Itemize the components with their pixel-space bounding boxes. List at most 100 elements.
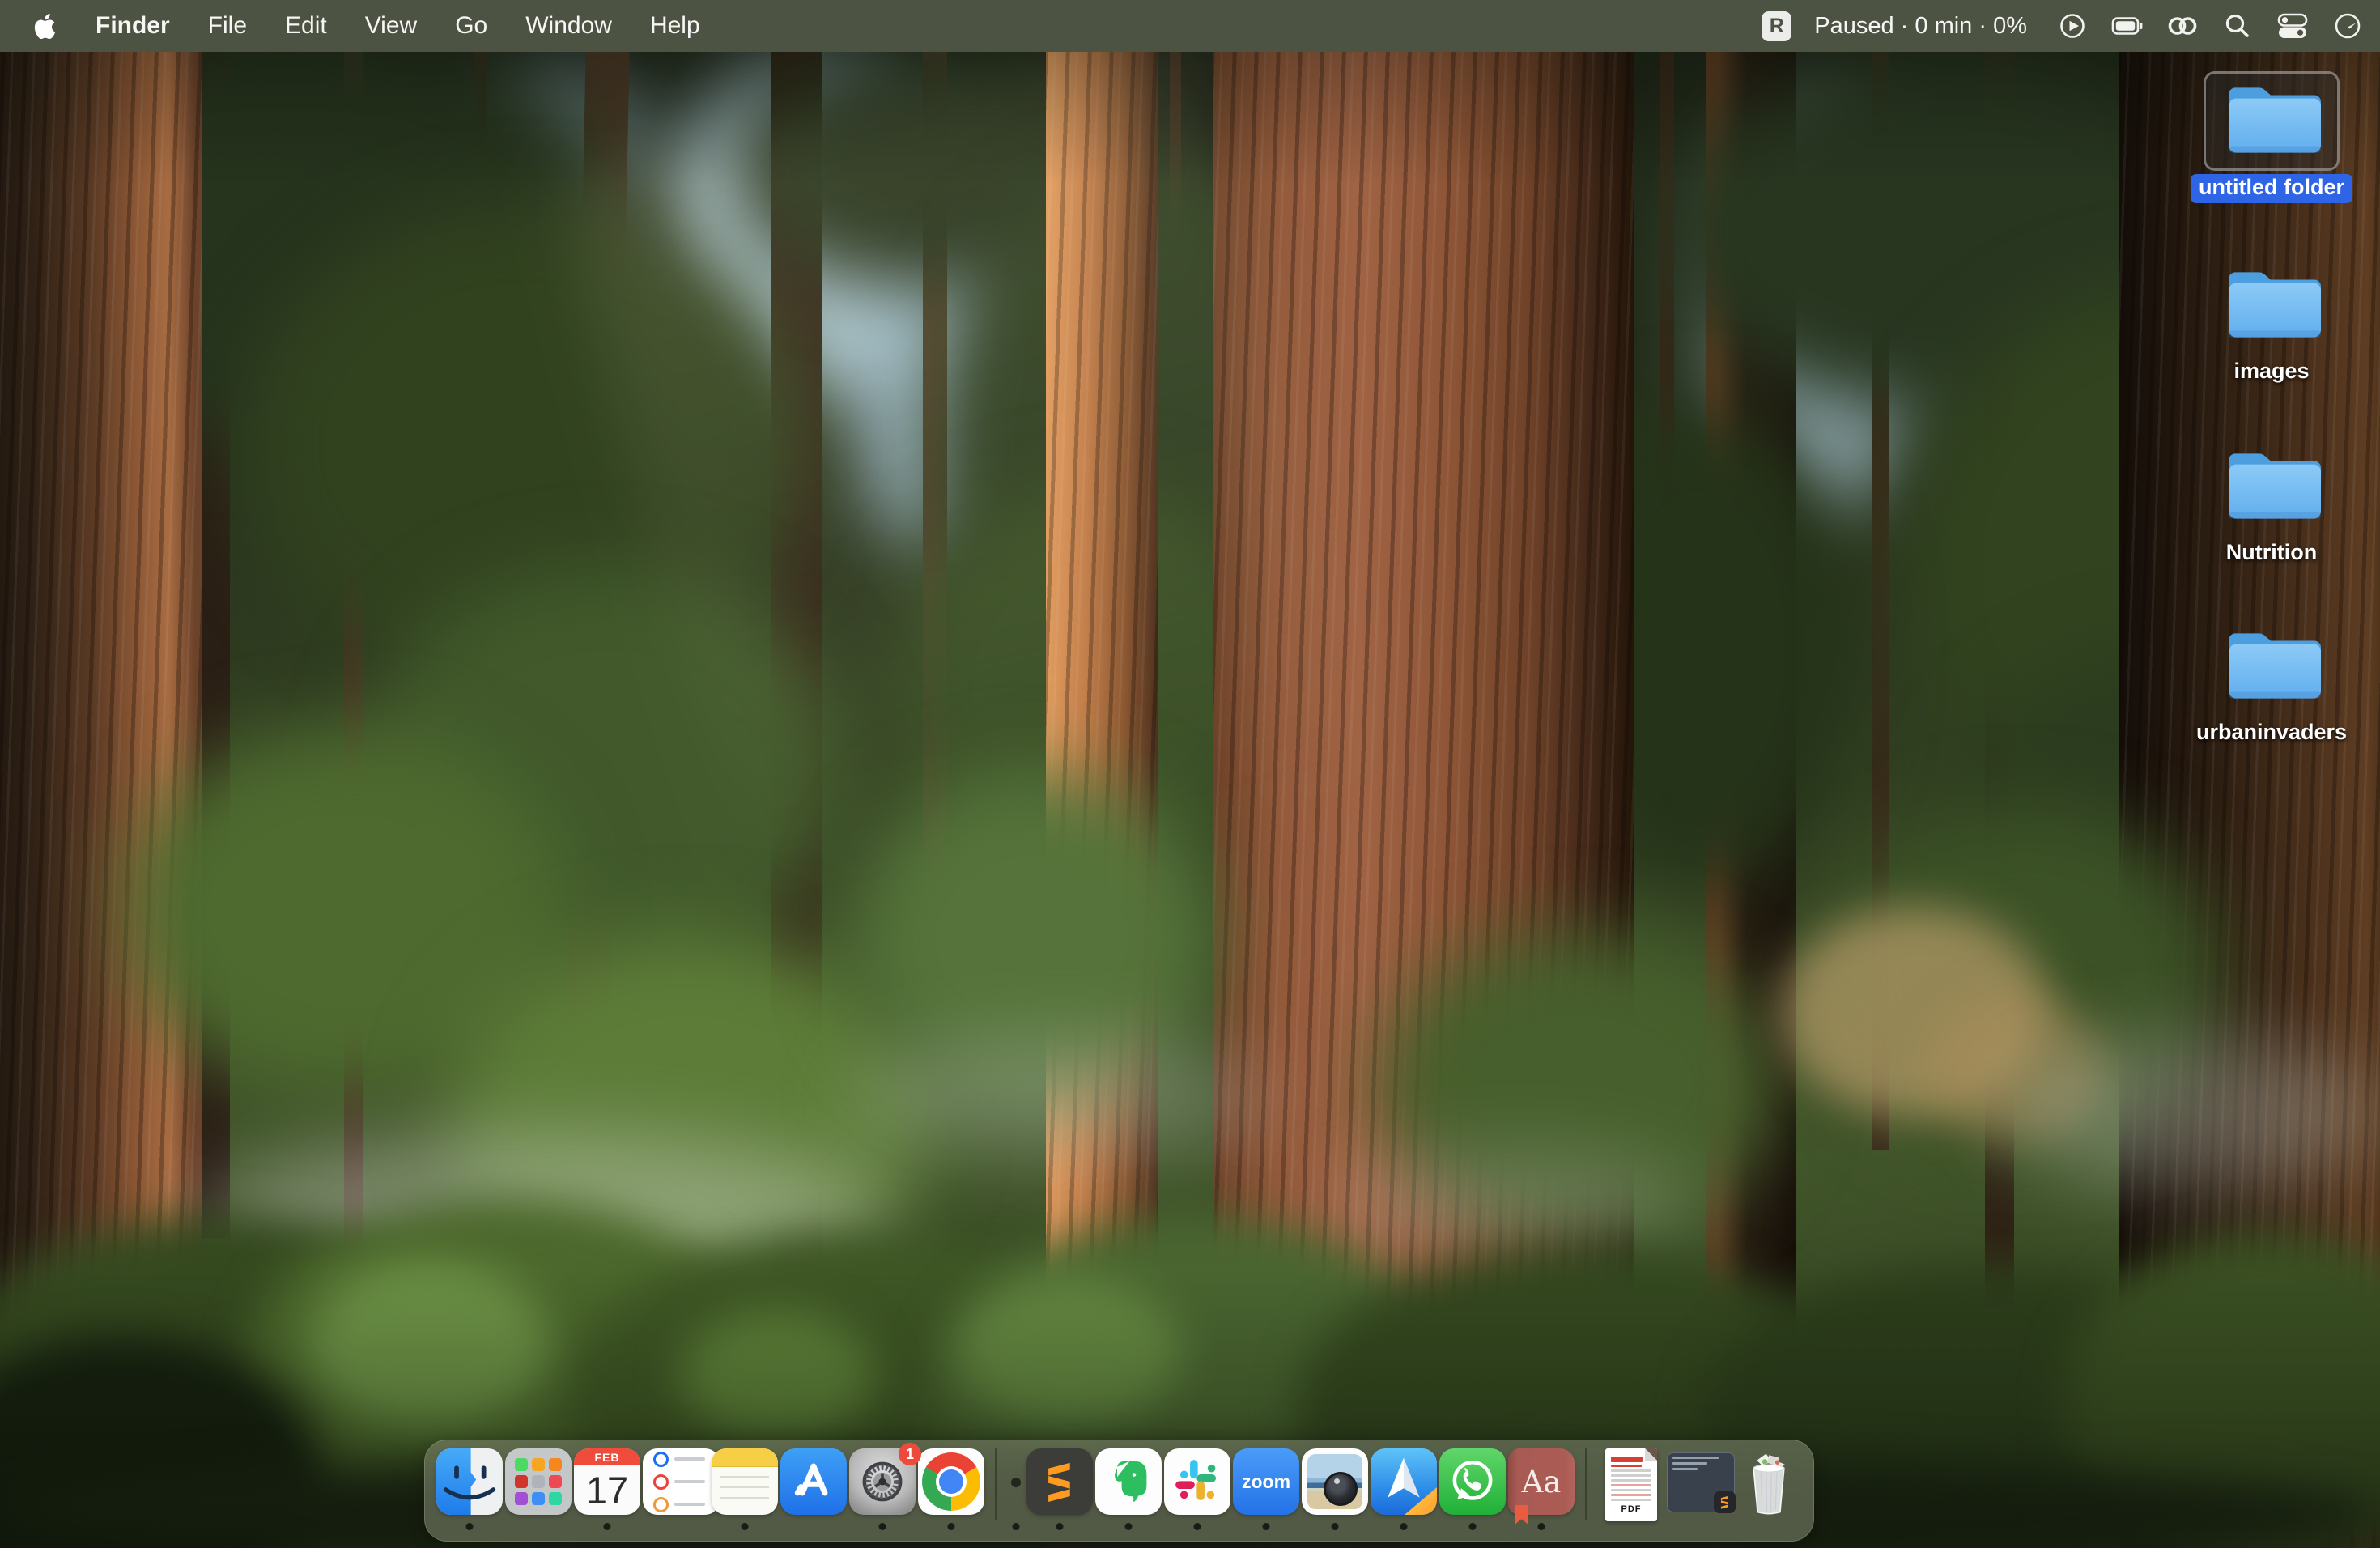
apple-logo-icon (32, 14, 57, 39)
link-icon[interactable] (2166, 10, 2199, 42)
dock-sublime-text[interactable] (1026, 1448, 1093, 1515)
slack-icon (1164, 1448, 1230, 1515)
running-indicator (948, 1523, 955, 1530)
running-indicator (1538, 1523, 1545, 1530)
dictionary-aa-glyph: Aa (1522, 1465, 1562, 1499)
wallpaper-sequoia-forest[interactable] (0, 0, 2380, 1548)
menu-bar-status-area: R Paused · 0 min · 0% (1762, 10, 2380, 42)
notes-icon (712, 1448, 778, 1515)
play-circle-icon[interactable] (2056, 10, 2089, 42)
evernote-icon (1095, 1448, 1162, 1515)
app-store-icon (780, 1448, 847, 1515)
folder-label: untitled folder (2191, 174, 2352, 203)
dock: FEB 17 1 (424, 1440, 1814, 1542)
dock-system-settings[interactable]: 1 (849, 1448, 916, 1515)
sublime-window-thumbnail (1667, 1452, 1735, 1512)
dock-pdf-document[interactable]: PDF (1598, 1448, 1664, 1515)
battery-icon[interactable] (2111, 10, 2144, 42)
control-center-icon[interactable] (2276, 10, 2309, 42)
folder-icon (2222, 446, 2321, 524)
dock-finder[interactable] (436, 1448, 503, 1515)
menu-item-edit[interactable]: Edit (285, 12, 327, 40)
dock-trash[interactable] (1736, 1448, 1802, 1515)
dock-zoom[interactable]: zoom (1233, 1448, 1299, 1515)
mini-app-icon (1011, 1478, 1021, 1487)
running-indicator (1469, 1523, 1477, 1530)
preview-icon (1302, 1448, 1368, 1515)
menu-item-finder[interactable]: Finder (96, 12, 170, 40)
desktop-folder-nutrition[interactable]: Nutrition (2186, 437, 2357, 565)
clock-icon[interactable] (2331, 10, 2364, 42)
running-indicator (1332, 1523, 1339, 1530)
running-indicator (1056, 1523, 1064, 1530)
desktop-folder-urbaninvaders[interactable]: urbaninvaders (2186, 617, 2357, 745)
chrome-icon (918, 1448, 984, 1515)
reminders-icon (643, 1448, 720, 1515)
folder-icon-box (2204, 256, 2340, 355)
folder-icon (2222, 265, 2321, 342)
whatsapp-icon (1439, 1448, 1506, 1515)
dock-notes[interactable] (712, 1448, 778, 1515)
folder-icon (2222, 626, 2321, 704)
menu-bar-left: Finder File Edit View Go Window Help (0, 12, 700, 40)
folder-icon-box (2204, 437, 2340, 537)
dock-slack[interactable] (1164, 1448, 1230, 1515)
running-indicator (1125, 1523, 1133, 1530)
bookmark-ribbon-icon (1515, 1505, 1528, 1525)
menu-bar: Finder File Edit View Go Window Help R P… (0, 0, 2380, 52)
dock-launchpad[interactable] (505, 1448, 572, 1515)
spark-mail-icon (1371, 1448, 1437, 1515)
dock-sublime-window[interactable] (1667, 1448, 1733, 1515)
folder-label: urbaninvaders (2196, 720, 2347, 745)
pdf-document-icon: PDF (1605, 1448, 1657, 1521)
menu-item-go[interactable]: Go (455, 12, 487, 40)
dock-dictionary[interactable]: Aa (1508, 1448, 1575, 1515)
folder-selection-box (2204, 71, 2340, 171)
menu-item-file[interactable]: File (208, 12, 247, 40)
dock-preview[interactable] (1302, 1448, 1368, 1515)
folder-label: images (2233, 359, 2309, 384)
trash-full-icon (1736, 1448, 1802, 1518)
dock-calendar[interactable]: FEB 17 (574, 1448, 640, 1515)
finder-icon (436, 1448, 503, 1515)
running-indicator (1263, 1523, 1270, 1530)
desktop-folder-untitled[interactable]: untitled folder (2186, 71, 2357, 203)
running-indicator (1194, 1523, 1201, 1530)
folder-label: Nutrition (2226, 540, 2317, 565)
dock-spark[interactable] (1371, 1448, 1437, 1515)
dock-separator (995, 1448, 997, 1520)
sublime-text-icon (1026, 1448, 1093, 1515)
calendar-day: 17 (574, 1465, 640, 1515)
dock-chrome[interactable] (918, 1448, 984, 1515)
zoom-wordmark: zoom (1242, 1471, 1290, 1493)
macos-desktop: Finder File Edit View Go Window Help R P… (0, 0, 2380, 1548)
dictionary-icon: Aa (1508, 1448, 1575, 1515)
dock-separator (1585, 1448, 1587, 1520)
timer-status-text[interactable]: Paused · 0 min · 0% (1814, 13, 2027, 40)
folder-icon (2222, 80, 2321, 158)
running-indicator (604, 1523, 611, 1530)
running-indicator (1013, 1523, 1020, 1530)
apple-menu[interactable] (32, 14, 57, 39)
launchpad-icon (505, 1448, 572, 1515)
menu-item-window[interactable]: Window (525, 12, 612, 40)
running-indicator (742, 1523, 749, 1530)
pdf-label: PDF (1605, 1504, 1657, 1514)
dock-app-store[interactable] (780, 1448, 847, 1515)
dock-reminders[interactable] (643, 1448, 709, 1515)
running-indicator (466, 1523, 474, 1530)
dock-whatsapp[interactable] (1439, 1448, 1506, 1515)
settings-notification-badge: 1 (899, 1443, 921, 1465)
zoom-icon: zoom (1233, 1448, 1299, 1515)
desktop-folder-images[interactable]: images (2186, 256, 2357, 384)
menu-item-help[interactable]: Help (650, 12, 700, 40)
folder-icon-box (2204, 617, 2340, 717)
dock-mini-app[interactable] (1008, 1448, 1024, 1515)
menu-item-view[interactable]: View (365, 12, 417, 40)
calendar-icon: FEB 17 (574, 1448, 640, 1515)
spotlight-search-icon[interactable] (2221, 10, 2254, 42)
calendar-month: FEB (574, 1448, 640, 1465)
dock-evernote[interactable] (1095, 1448, 1162, 1515)
running-indicator (1400, 1523, 1408, 1530)
rize-app-icon[interactable]: R (1762, 11, 1791, 41)
